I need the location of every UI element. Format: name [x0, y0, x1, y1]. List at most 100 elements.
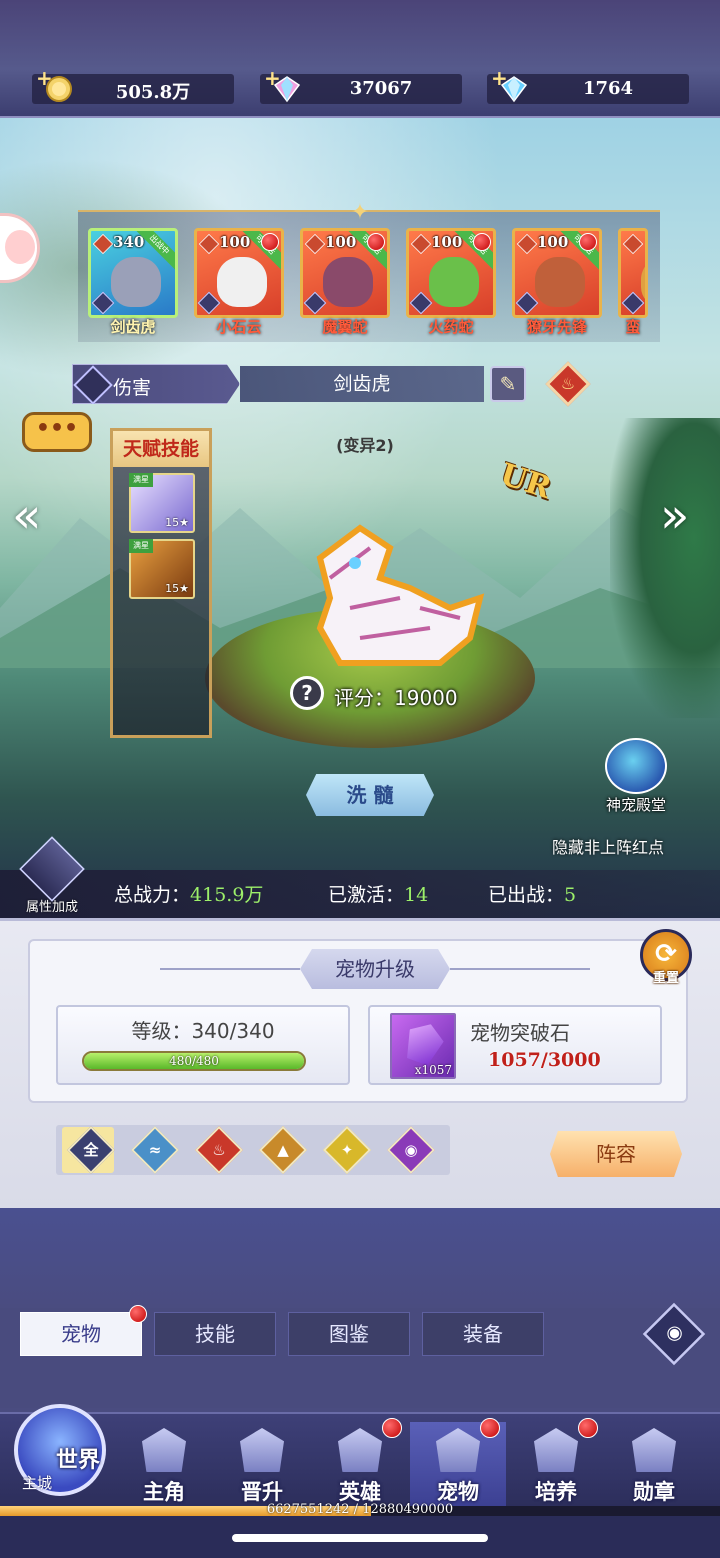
reset-label: 重置: [652, 971, 679, 986]
crown-ornament-icon: ✦: [350, 200, 370, 225]
nav-item[interactable]: 培养: [508, 1418, 604, 1512]
prev-pet-arrow-icon[interactable]: «: [12, 488, 41, 544]
pet-level: 100: [537, 233, 569, 251]
pet-card[interactable]: 100可激活: [194, 228, 284, 318]
pet-portrait: [217, 257, 267, 307]
attribute-bonus-button[interactable]: 属性加成: [14, 836, 90, 918]
deployed-count: 已出战：5: [488, 880, 576, 907]
hide-red-dot-toggle[interactable]: 隐藏非上阵红点: [552, 834, 664, 858]
nav-emblem-icon: [142, 1428, 186, 1472]
nav-item[interactable]: 勋章: [606, 1422, 702, 1512]
chat-bubble-button[interactable]: •••: [22, 412, 92, 452]
sub-tab[interactable]: 宠物: [20, 1305, 147, 1356]
upgrade-title: 宠物升级: [300, 949, 450, 989]
talent-skill-2[interactable]: 满星 15★: [129, 539, 195, 599]
lineup-button[interactable]: 阵容: [550, 1131, 682, 1177]
gem-shape: [400, 1018, 448, 1068]
title-divider-left: [160, 968, 300, 970]
pet-name: 獠牙先锋: [526, 318, 587, 336]
fire-icon: [516, 233, 538, 255]
stone-count: 1057/3000: [488, 1049, 601, 1071]
filter-label: ✦: [340, 1141, 354, 1159]
total-power: 总战力：415.9万: [114, 880, 263, 907]
class-icon: [409, 291, 433, 315]
skill-level: 15★: [165, 516, 189, 529]
eye-icon: ◉: [666, 1322, 683, 1344]
class-icon: [303, 291, 327, 315]
sub-tab-label: 技能: [195, 1322, 235, 1346]
sub-tab[interactable]: 图鉴: [288, 1312, 410, 1356]
filter-label: ≈: [148, 1141, 162, 1159]
sub-tab[interactable]: 装备: [422, 1312, 544, 1356]
gold-currency[interactable]: + 505.8万: [32, 66, 234, 104]
sub-tab-label: 图鉴: [329, 1322, 369, 1346]
reset-button[interactable]: ⟳ 重置: [636, 929, 696, 995]
player-exp-text: 6627551242 / 12880490000: [266, 1502, 454, 1517]
talent-title: 天赋技能: [113, 431, 209, 467]
help-question-icon[interactable]: ?: [290, 676, 324, 710]
world-button[interactable]: 世界 主城: [8, 1394, 116, 1512]
fire-element-button[interactable]: ♨: [545, 361, 591, 407]
pet-shrine-button[interactable]: 神宠殿堂: [596, 738, 676, 815]
pet-card[interactable]: 100可激活: [512, 228, 602, 318]
level-box: 等级：340/340 480/480: [56, 1005, 350, 1085]
element-filter[interactable]: ♨: [194, 1125, 244, 1175]
view-toggle-button[interactable]: ◉: [642, 1302, 706, 1366]
blue-diamond-currency[interactable]: + 1764: [487, 66, 689, 104]
red-dot-icon: [480, 1418, 500, 1438]
nav-emblem-icon: [436, 1428, 480, 1472]
gold-coin-icon: [46, 76, 72, 102]
element-filter[interactable]: ✦: [322, 1125, 372, 1175]
skill-badge: 满星: [129, 473, 153, 487]
red-dot-icon: [578, 1418, 598, 1438]
pet-level: 100: [219, 233, 251, 251]
nav-item[interactable]: 宠物: [410, 1418, 506, 1512]
pet-card[interactable]: 340 出战中: [88, 228, 178, 318]
wash-marrow-button[interactable]: 洗 髓: [306, 774, 434, 816]
pig-avatar-icon: [5, 230, 35, 264]
pet-level: 100: [431, 233, 463, 251]
element-filter[interactable]: ▲: [258, 1125, 308, 1175]
tree-right: [610, 418, 720, 718]
nav-item[interactable]: 晋升: [214, 1422, 310, 1512]
class-icon: [515, 291, 539, 315]
next-pet-arrow-icon[interactable]: »: [660, 488, 689, 544]
score-value: 19000: [394, 686, 458, 710]
pet-name: 剑齿虎: [110, 318, 156, 336]
element-filter[interactable]: ≈: [130, 1125, 180, 1175]
stone-quantity: x1057: [414, 1063, 452, 1077]
red-dot-icon: [473, 233, 491, 251]
red-dot-icon: [261, 233, 279, 251]
activated-count: 已激活：14: [328, 880, 428, 907]
talent-skill-1[interactable]: 满星 15★: [129, 473, 195, 533]
quill-icon[interactable]: ✎: [490, 366, 526, 402]
pet-name: 蛮: [625, 318, 641, 336]
total-power-label: 总战力：: [114, 884, 191, 906]
filter-label: ◉: [404, 1141, 418, 1159]
nav-item[interactable]: 主角: [116, 1422, 212, 1512]
pet-level: 340: [113, 233, 145, 251]
rainbow-diamond-icon: [273, 76, 301, 103]
pet-name-bar: 剑齿虎: [240, 366, 484, 402]
pet-card[interactable]: 100可激活: [300, 228, 390, 318]
pet-card[interactable]: 100可激活: [406, 228, 496, 318]
pet-card[interactable]: [618, 228, 648, 318]
rainbow-diamond-currency[interactable]: + 37067: [260, 66, 462, 104]
pet-name: 火药蛇: [428, 318, 474, 336]
sub-tab[interactable]: 技能: [154, 1312, 276, 1356]
nav-item[interactable]: 英雄: [312, 1418, 408, 1512]
sub-tab-label: 宠物: [61, 1322, 101, 1346]
breakthrough-stone-box[interactable]: x1057 宠物突破石 1057/3000: [368, 1005, 662, 1085]
level-value: 340/340: [191, 1019, 275, 1043]
home-indicator[interactable]: [232, 1534, 488, 1542]
blue-diamond-icon: [500, 76, 528, 103]
mutation-label: (变异2): [336, 436, 394, 455]
fire-icon: [410, 233, 432, 255]
red-dot-icon: [382, 1418, 402, 1438]
class-icon: [621, 291, 645, 315]
pet-name: 小石云: [216, 318, 262, 336]
purple-crystal-icon: x1057: [390, 1013, 456, 1079]
red-dot-icon: [367, 233, 385, 251]
element-filter[interactable]: ◉: [386, 1125, 436, 1175]
total-power-value: 415.9万: [190, 884, 264, 906]
